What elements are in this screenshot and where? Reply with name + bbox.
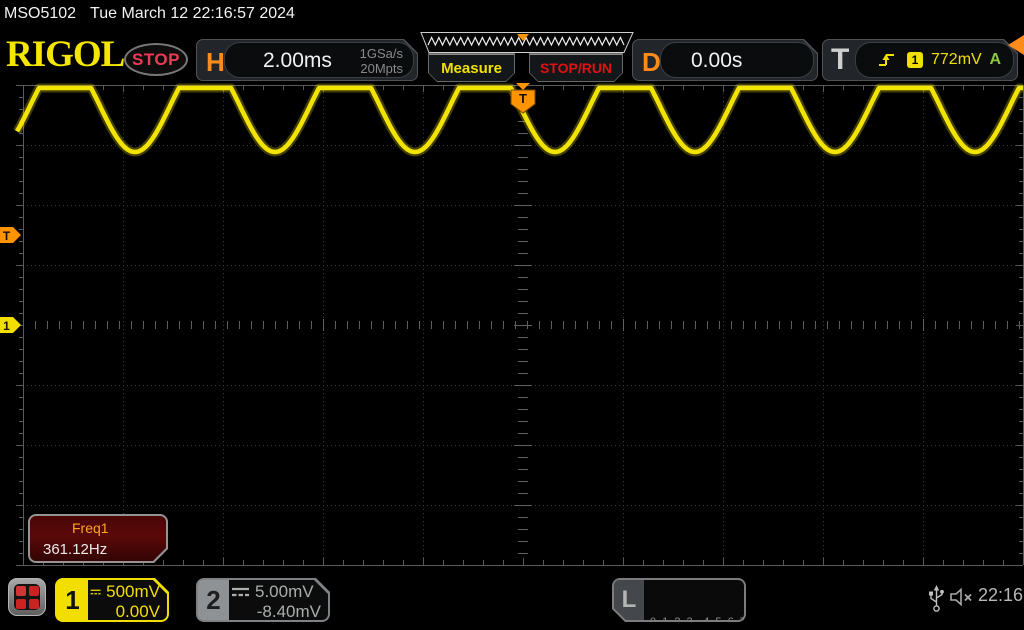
speaker-muted-icon[interactable] bbox=[950, 588, 978, 606]
logic-label: L bbox=[614, 580, 644, 620]
channel-2-offset: -8.40mV bbox=[256, 602, 321, 621]
horizontal-settings-block[interactable]: H 2.00ms 1GSa/s 20Mpts bbox=[196, 39, 418, 81]
oscilloscope-screen: MSO5102 Tue March 12 22:16:57 2024 TT1 RI… bbox=[0, 0, 1024, 630]
channel-1-block[interactable]: 1 500mV 0.00V bbox=[55, 578, 169, 622]
waveform-preview-strip[interactable] bbox=[412, 32, 634, 53]
sample-rate: 1GSa/s bbox=[359, 46, 403, 61]
trigger-level-marker: T bbox=[3, 229, 11, 243]
stop-run-button-label: STOP/RUN bbox=[539, 60, 613, 76]
header-bar: RIGOL STOP H 2.00ms 1GSa/s 20Mpts Measur… bbox=[0, 30, 1024, 86]
delay-label: D bbox=[642, 47, 661, 77]
trigger-position-marker: T bbox=[519, 91, 527, 106]
horizontal-label: H bbox=[206, 47, 225, 77]
delay-settings-block[interactable]: D 0.00s bbox=[632, 39, 818, 81]
dc-coupling-icon bbox=[231, 586, 250, 598]
trigger-pill[interactable]: 1 772mV A bbox=[855, 42, 1014, 78]
run-state-badge: STOP bbox=[124, 43, 188, 76]
rising-edge-trigger-icon bbox=[878, 52, 895, 68]
measure-button-label: Measure bbox=[441, 59, 502, 77]
window-grid-menu-icon[interactable] bbox=[8, 578, 46, 616]
channel-2-block[interactable]: 2 5.00mV -8.40mV bbox=[196, 578, 330, 622]
measurement-name: Freq1 bbox=[72, 520, 109, 536]
measure-button[interactable]: Measure bbox=[428, 53, 515, 82]
trigger-source-badge: 1 bbox=[907, 52, 923, 68]
bottom-bar: 1 500mV 0.00V 2 5.00mV -8.40mV L 0 1 2 3… bbox=[0, 570, 1024, 630]
dc-coupling-icon bbox=[90, 586, 101, 598]
rigol-logo: RIGOL bbox=[6, 34, 125, 75]
logic-channels-block[interactable]: L 0 1 2 3 4 5 6 7 8 9 1011 12131415 bbox=[612, 578, 746, 622]
channel-1-number: 1 bbox=[57, 580, 88, 620]
delay-value: 0.00s bbox=[691, 49, 743, 72]
memory-depth: 20Mpts bbox=[360, 61, 403, 76]
stop-run-button[interactable]: STOP/RUN bbox=[529, 53, 623, 82]
timebase-value: 2.00ms bbox=[263, 49, 332, 72]
trigger-level-value: 772mV bbox=[931, 51, 982, 68]
channel-1-offset: 0.00V bbox=[115, 602, 160, 621]
channel-2-number: 2 bbox=[198, 580, 229, 620]
trigger-label: T bbox=[831, 43, 850, 76]
channel-1-ground-marker: 1 bbox=[3, 319, 10, 333]
channel-1-scale: 500mV bbox=[106, 581, 160, 601]
trigger-mode-auto: A bbox=[989, 51, 1001, 68]
clock-text: 22:16 bbox=[978, 585, 1024, 605]
acquisition-info: 1GSa/s 20Mpts bbox=[360, 46, 403, 76]
logic-row-1: 0 1 2 3 4 5 6 7 bbox=[650, 616, 748, 628]
measurement-freq1-box[interactable]: Freq1 361.12Hz bbox=[28, 514, 168, 563]
trigger-settings-block[interactable]: T 1 772mV A bbox=[822, 39, 1018, 81]
delay-pill[interactable]: 0.00s bbox=[660, 42, 814, 78]
timebase-pill[interactable]: 2.00ms 1GSa/s 20Mpts bbox=[224, 42, 414, 78]
logic-channel-numbers: 0 1 2 3 4 5 6 7 8 9 1011 12131415 bbox=[650, 585, 770, 630]
measurement-value: 361.12Hz bbox=[43, 541, 108, 558]
usb-icon bbox=[929, 585, 944, 612]
channel-2-scale: 5.00mV bbox=[255, 581, 314, 601]
